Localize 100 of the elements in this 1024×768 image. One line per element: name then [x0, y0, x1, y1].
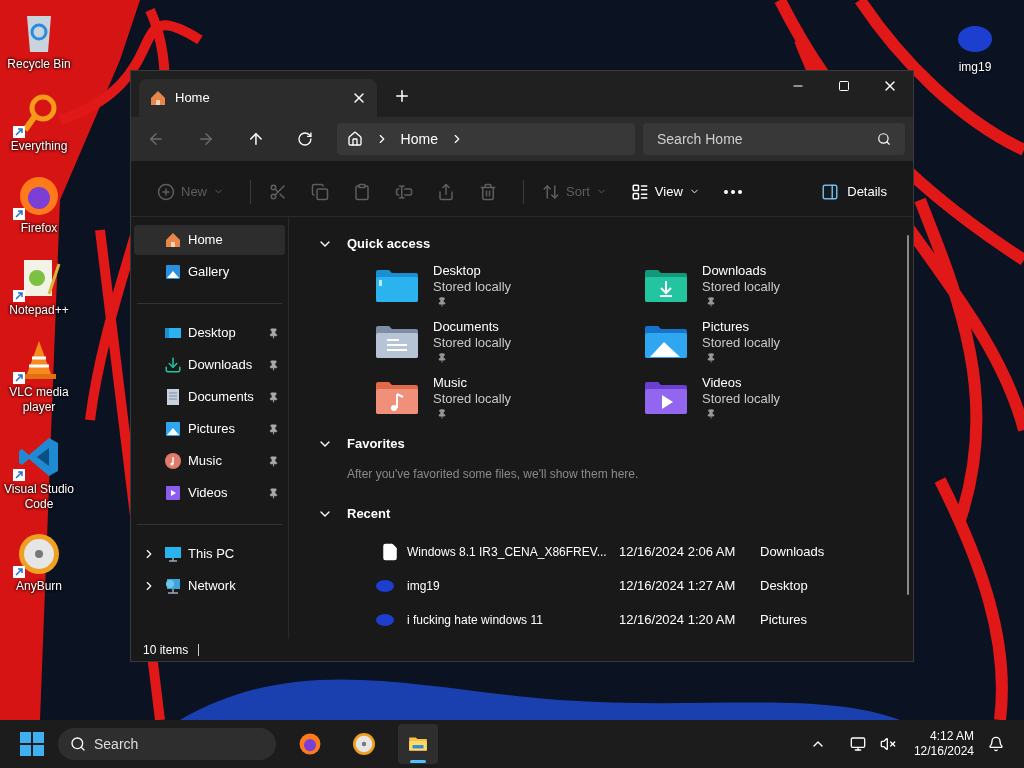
file-date: 12/16/2024 1:20 AM — [619, 611, 737, 630]
more-icon — [723, 189, 742, 194]
section-header[interactable]: Favorites — [317, 433, 913, 455]
folder-name: Music — [433, 375, 468, 391]
picture-icon — [164, 420, 182, 438]
picture-icon — [164, 263, 182, 281]
folder-tile[interactable]: Music Stored locally — [375, 375, 595, 419]
details-button[interactable]: Details — [813, 175, 895, 208]
download-icon — [164, 356, 182, 374]
desktop-icon-label[interactable]: Everything — [10, 139, 68, 154]
disc-icon — [351, 731, 377, 757]
sidebar-item[interactable]: Desktop — [134, 318, 285, 348]
search-icon — [70, 736, 86, 752]
image-thumbnail-icon — [375, 613, 395, 627]
maximize-icon — [838, 80, 850, 92]
sidebar-item[interactable]: Gallery — [134, 257, 285, 287]
section-header[interactable]: Recent — [317, 503, 913, 525]
document-icon — [164, 388, 182, 406]
folder-icon — [375, 323, 419, 359]
code-editor-icon — [17, 435, 61, 479]
folder-name: Desktop — [433, 263, 482, 279]
new-icon — [157, 182, 175, 201]
folder-tile[interactable]: Videos Stored locally — [644, 375, 864, 419]
rename-icon — [395, 182, 413, 201]
folder-name: Documents — [433, 319, 500, 335]
folder-tile[interactable]: Documents Stored locally — [375, 319, 595, 363]
folder-icon — [375, 379, 419, 415]
file-location: Pictures — [760, 611, 807, 630]
active-indicator — [410, 760, 426, 763]
home-icon — [149, 89, 167, 107]
details-pane-icon — [821, 182, 840, 201]
folder-status: Stored locally — [702, 335, 781, 351]
disc-icon — [17, 532, 61, 576]
start-icon[interactable] — [20, 732, 44, 756]
browser-icon — [17, 174, 61, 218]
folder-status: Stored locally — [433, 279, 512, 295]
folder-icon — [375, 267, 419, 303]
file-location: Downloads — [760, 543, 825, 562]
file-name: Windows 8.1 IR3_CENA_X86FREV... — [407, 544, 608, 561]
network-icon — [164, 577, 182, 595]
sidebar-item[interactable]: Downloads — [134, 350, 285, 380]
folder-icon — [644, 323, 688, 359]
image-thumbnail-icon — [375, 579, 395, 593]
folder-icon — [644, 379, 688, 415]
folder-tile[interactable]: Desktop Stored locally — [375, 263, 595, 307]
share-icon — [437, 182, 455, 201]
file-date: 12/16/2024 2:06 AM — [619, 543, 737, 562]
address-bar[interactable]: Home — [336, 123, 635, 155]
breadcrumb[interactable]: Home — [400, 128, 438, 150]
home-icon — [346, 131, 363, 147]
search-icon — [877, 132, 891, 146]
notification-icon[interactable] — [988, 736, 1004, 752]
folder-status: Stored locally — [702, 391, 781, 407]
tab[interactable]: Home — [139, 79, 377, 117]
desktop-icon-label[interactable]: Firefox — [20, 221, 58, 236]
file-date: 12/16/2024 1:27 AM — [619, 577, 737, 596]
sidebar-item[interactable]: This PC — [134, 539, 285, 569]
folder-name: Videos — [702, 375, 743, 391]
sort-icon — [542, 182, 560, 201]
sidebar-item[interactable]: Home — [134, 225, 285, 255]
sidebar-item[interactable]: Documents — [134, 382, 285, 412]
clock-time[interactable]: 4:12 AM — [929, 729, 974, 744]
music-icon — [164, 452, 182, 470]
sidebar-item[interactable]: Pictures — [134, 414, 285, 444]
taskbar-search-field[interactable]: Search — [58, 728, 276, 760]
browser-icon — [297, 731, 323, 757]
cut-icon — [269, 182, 287, 201]
sidebar-item[interactable]: Network — [134, 571, 285, 601]
folder-icon — [644, 267, 688, 303]
desktop-icon-label[interactable]: img19 — [958, 58, 992, 76]
folder-tile[interactable]: Pictures Stored locally — [644, 319, 864, 363]
folder-tile[interactable]: Downloads Stored locally — [644, 263, 864, 307]
back-icon[interactable] — [147, 130, 165, 148]
view-tool-button[interactable]: View — [622, 175, 708, 208]
folder-status: Stored locally — [702, 279, 781, 295]
video-icon — [164, 484, 182, 502]
taskbar-app-button[interactable] — [398, 724, 438, 764]
folder-status: Stored locally — [433, 391, 512, 407]
trash-icon — [479, 182, 497, 201]
muted-speaker-icon[interactable] — [879, 736, 896, 752]
sidebar-item[interactable]: Videos — [134, 478, 285, 508]
desktop-icon-label[interactable]: Recycle Bin — [7, 57, 71, 72]
copy-icon — [311, 182, 329, 201]
search-field[interactable]: Search Home — [643, 123, 905, 155]
home-icon — [164, 231, 182, 249]
new-tab-icon[interactable] — [393, 87, 411, 105]
file-location: Desktop — [760, 577, 808, 596]
folder-name: Pictures — [702, 319, 750, 335]
sidebar-item[interactable]: Music — [134, 446, 285, 476]
recent-file-row[interactable]: i fucking hate windows 11 12/16/2024 1:20 AM Pictures — [375, 603, 913, 637]
recent-file-row[interactable]: img19 12/16/2024 1:27 AM Desktop — [375, 569, 913, 603]
network-icon[interactable] — [849, 736, 866, 752]
folder-name: Downloads — [702, 263, 768, 279]
list-icon — [630, 182, 649, 201]
paste-icon — [353, 182, 371, 201]
clock-date[interactable]: 12/16/2024 — [913, 744, 974, 759]
section-header[interactable]: Quick access — [317, 233, 913, 255]
recent-file-row[interactable]: Windows 8.1 IR3_CENA_X86FREV... 12/16/2024 2:06 AM Downloads — [375, 535, 913, 569]
monitor-icon — [164, 545, 182, 563]
refresh-icon[interactable] — [296, 131, 313, 147]
